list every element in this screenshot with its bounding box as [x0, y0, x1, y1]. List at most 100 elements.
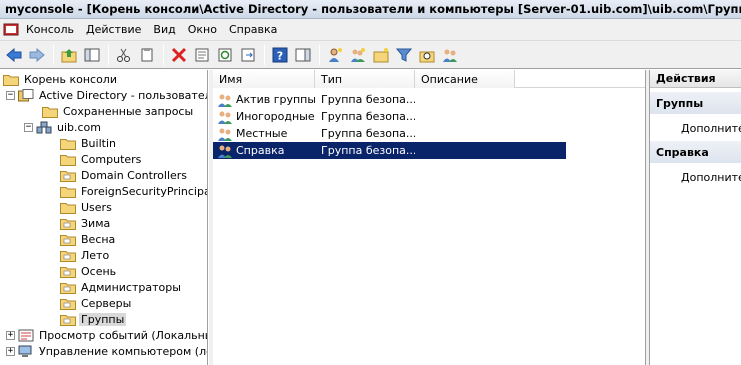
expand-toggle[interactable]: +: [6, 346, 15, 356]
tree-item-ou[interactable]: Администраторы: [60, 279, 183, 295]
export-button[interactable]: [237, 44, 259, 66]
tree-item-event-viewer[interactable]: + Просмотр событий (Локальный): [6, 327, 207, 343]
delete-icon: [171, 47, 187, 62]
folder-icon: [60, 138, 76, 150]
console-menu-icon[interactable]: [2, 22, 20, 38]
row-type: Группа безопа...: [321, 144, 415, 157]
back-button[interactable]: [3, 44, 25, 66]
action-more-actions[interactable]: Дополнител: [681, 171, 741, 184]
collapse-toggle[interactable]: −: [6, 90, 15, 100]
collapse-toggle[interactable]: −: [24, 122, 33, 132]
help-icon: ?: [272, 47, 288, 62]
filter-icon: [396, 48, 412, 62]
list-row[interactable]: Иногородные Группа безопа...: [213, 108, 566, 125]
action-more-actions[interactable]: Дополнител: [681, 122, 741, 135]
menu-bar: Консоль Действие Вид Окно Справка: [0, 19, 741, 41]
row-name: Местные: [236, 127, 288, 140]
folder-icon: [60, 202, 76, 214]
new-ou-button[interactable]: [370, 44, 392, 66]
actions-section-spravka[interactable]: Справка: [650, 141, 741, 163]
tree-item-groups-selected[interactable]: Группы: [60, 311, 127, 327]
actions-section-groups[interactable]: Группы: [650, 92, 741, 114]
column-header-type[interactable]: Тип: [315, 70, 415, 88]
find-button[interactable]: [416, 44, 438, 66]
tree-item-console-root[interactable]: Корень консоли: [3, 71, 119, 87]
row-type: Группа безопа...: [321, 110, 415, 123]
menu-action[interactable]: Действие: [80, 23, 147, 36]
computer-management-icon: [18, 345, 32, 357]
add-to-group-button[interactable]: [439, 44, 461, 66]
tree-item-ou[interactable]: Весна: [60, 231, 117, 247]
folder-icon: [3, 74, 19, 86]
list-row[interactable]: Местные Группа безопа...: [213, 125, 566, 142]
copy-icon: [141, 47, 153, 61]
menu-window[interactable]: Окно: [182, 23, 223, 36]
tree-item-saved-queries[interactable]: Сохраненные запросы: [42, 103, 195, 119]
toolbar-separator: [319, 44, 320, 65]
up-level-button[interactable]: [58, 44, 80, 66]
menu-view[interactable]: Вид: [147, 23, 181, 36]
row-type: Группа безопа...: [321, 127, 415, 140]
tree-item-active-directory[interactable]: − Active Directory - пользователи и: [6, 87, 207, 103]
menu-help[interactable]: Справка: [223, 23, 283, 36]
ou-folder-icon: [60, 250, 76, 262]
tree-item-container[interactable]: Computers: [60, 151, 143, 167]
console-tree: Корень консоли − Active Directory - поль…: [0, 70, 208, 365]
show-hide-tree-button[interactable]: [81, 44, 103, 66]
up-folder-icon: [61, 48, 77, 62]
ou-folder-icon: [60, 314, 76, 326]
forward-button[interactable]: [26, 44, 48, 66]
refresh-icon: [218, 48, 232, 61]
tree-item-container[interactable]: Builtin: [60, 135, 118, 151]
group-icon: [218, 111, 232, 124]
tree-item-ou[interactable]: Зима: [60, 215, 112, 231]
tree-item-domain[interactable]: − uib.com: [24, 119, 103, 135]
domain-icon: [36, 121, 52, 133]
show-hide-action-pane-button[interactable]: [292, 44, 314, 66]
tree-item-ou[interactable]: Лето: [60, 247, 111, 263]
list-row-selected[interactable]: Справка Группа безопа...: [213, 142, 566, 159]
window-title: myconsole - [Корень консоли\Active Direc…: [5, 2, 741, 16]
new-group-button[interactable]: [347, 44, 369, 66]
menu-console[interactable]: Консоль: [20, 23, 80, 36]
row-name: Актив группы: [236, 93, 315, 106]
expand-toggle[interactable]: +: [6, 330, 15, 340]
properties-button[interactable]: [191, 44, 213, 66]
new-user-icon: [329, 47, 342, 62]
folder-icon: [60, 154, 76, 166]
refresh-button[interactable]: [214, 44, 236, 66]
tree-item-container[interactable]: Users: [60, 199, 114, 215]
active-directory-icon: [18, 88, 34, 101]
help-button[interactable]: ?: [269, 44, 291, 66]
event-viewer-icon: [18, 329, 34, 341]
ou-folder-icon: [60, 266, 76, 278]
tree-item-container[interactable]: ForeignSecurityPrincipals: [60, 183, 207, 199]
list-header: Имя Тип Описание: [213, 70, 645, 88]
tree-item-computer-management[interactable]: + Управление компьютером (локал: [6, 343, 207, 359]
row-name: Справка: [236, 144, 285, 157]
actions-pane: Действия Группы Дополнител Справка Допол…: [649, 70, 741, 365]
tree-item-ou[interactable]: Серверы: [60, 295, 133, 311]
group-icon: [218, 94, 232, 107]
list-row[interactable]: Актив группы Группа безопа...: [213, 91, 566, 108]
copy-button[interactable]: [136, 44, 158, 66]
ou-folder-icon: [60, 282, 76, 294]
tree-item-ou[interactable]: Осень: [60, 263, 118, 279]
cut-button[interactable]: [113, 44, 135, 66]
forward-icon: [29, 47, 45, 62]
column-header-description[interactable]: Описание: [415, 70, 515, 88]
find-icon: [419, 51, 435, 62]
toolbar-separator: [108, 44, 109, 65]
column-header-name[interactable]: Имя: [213, 70, 315, 88]
toolbar: ?: [0, 41, 741, 69]
ou-folder-icon: [60, 218, 76, 230]
new-user-button[interactable]: [324, 44, 346, 66]
properties-icon: [195, 48, 209, 61]
tree-item-ou[interactable]: Domain Controllers: [60, 167, 189, 183]
results-list: Имя Тип Описание Актив группы Группа без…: [213, 70, 645, 365]
filter-button[interactable]: [393, 44, 415, 66]
row-name: Иногородные: [236, 110, 315, 123]
ou-folder-icon: [60, 170, 76, 182]
toolbar-separator: [53, 44, 54, 65]
delete-button[interactable]: [168, 44, 190, 66]
